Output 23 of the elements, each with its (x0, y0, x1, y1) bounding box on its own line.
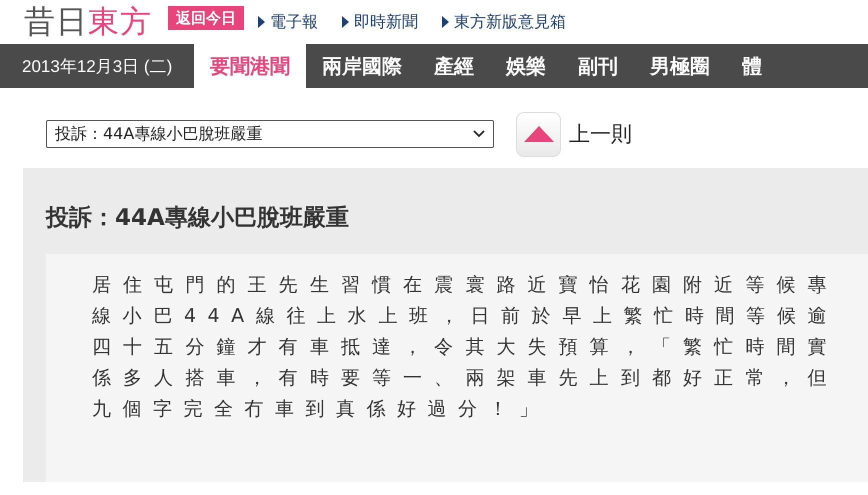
article-title: 投訴：44A專線小巴脫班嚴重 (46, 204, 350, 233)
nav-tab[interactable]: 兩岸國際 (306, 44, 418, 88)
previous-label[interactable]: 上一則 (569, 120, 632, 148)
nav-tab[interactable]: 男極圈 (634, 44, 726, 88)
back-to-today-button[interactable]: 返回今日 (168, 6, 244, 30)
logo[interactable]: 昔日 東方 (24, 2, 152, 42)
nav-tab[interactable]: 產經 (418, 44, 490, 88)
chevron-down-icon (473, 130, 485, 138)
header-link[interactable]: 電子報 (258, 12, 318, 32)
triangle-bullet-icon (258, 16, 265, 28)
nav-tab[interactable]: 要聞港聞 (194, 44, 306, 88)
article-paragraph: 居住屯門的王先生習慣在震寰路近寶怡花園附近等候專線小巴44A線往上水上班，日前於早上繁忙時間等候逾四十五分鐘才有車抵達，令其大失預算，「繁忙時間實係多人搭車，有時要等一、兩架車先上到都好正常，但九個字完全冇車到真係好過分！」 (92, 273, 838, 422)
nav-tab[interactable]: 體 (726, 44, 778, 88)
header-link[interactable]: 即時新聞 (342, 12, 418, 32)
header-link[interactable]: 東方新版意見箱 (442, 12, 566, 32)
triangle-bullet-icon (342, 16, 349, 28)
date-label: 2013年12月3日 (二) (21, 56, 174, 78)
article-dropdown[interactable]: 投訴：44A專線小巴脫班嚴重 (46, 120, 494, 148)
nav-tab[interactable]: 副刊 (562, 44, 634, 88)
previous-button[interactable] (516, 112, 561, 156)
nav-tab[interactable]: 娛樂 (490, 44, 562, 88)
triangle-bullet-icon (442, 16, 449, 28)
up-triangle-icon (524, 126, 554, 142)
